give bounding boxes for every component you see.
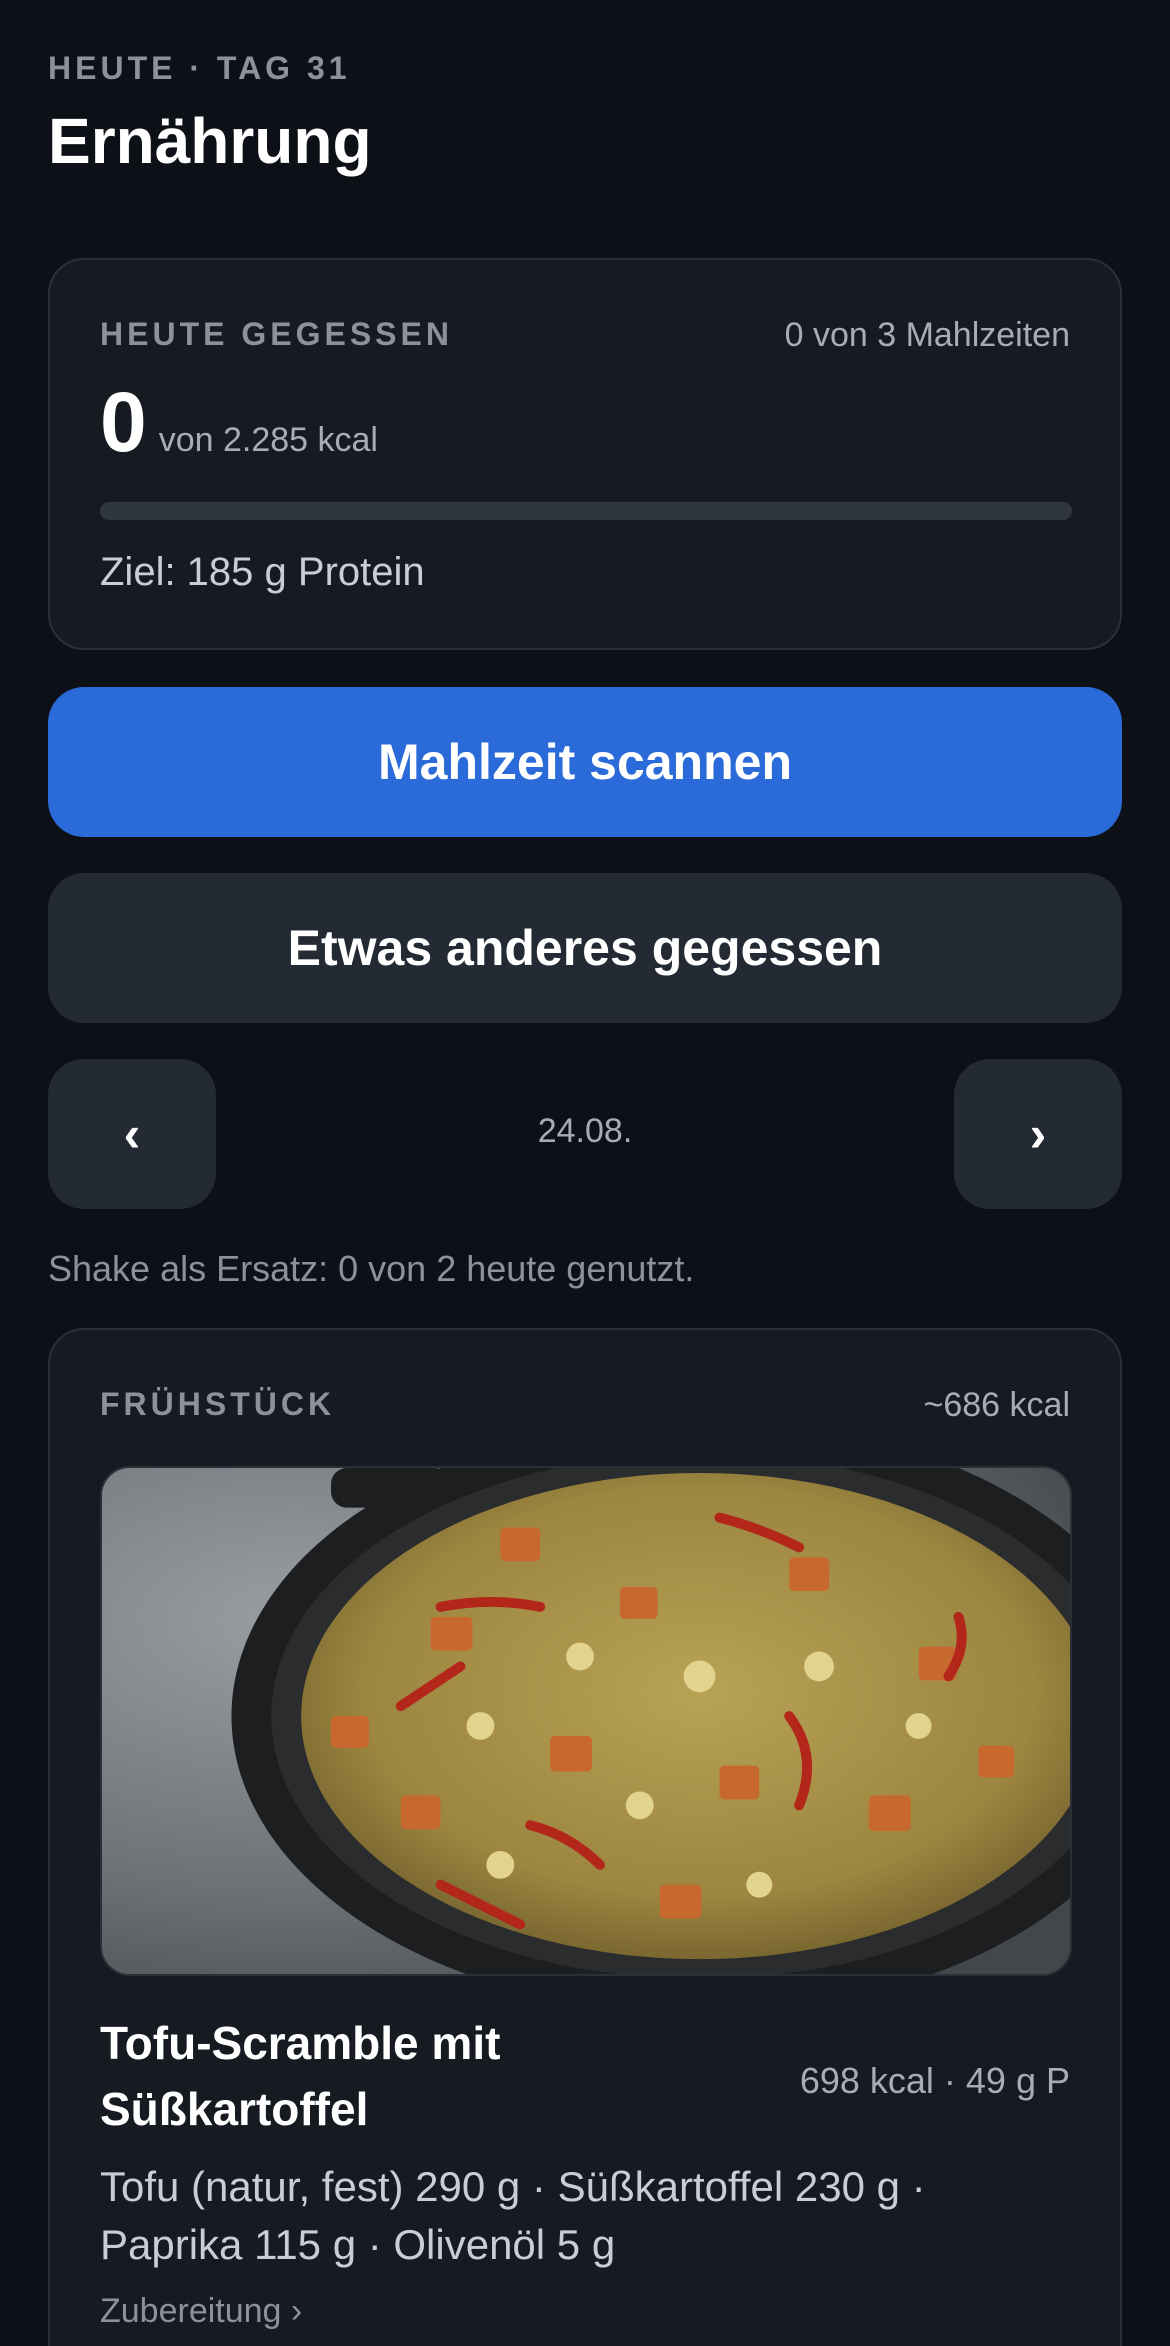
summary-label: HEUTE GEGESSEN	[100, 316, 453, 352]
next-day-button[interactable]: ›	[954, 1059, 1122, 1209]
meals-count: 0 von 3 Mahlzeiten	[784, 316, 1070, 354]
kcal-eaten-value: 0	[100, 375, 147, 469]
nutrition-page: HEUTE · TAG 31 Ernährung HEUTE GEGESSEN …	[0, 0, 1170, 2346]
daily-summary-card: HEUTE GEGESSEN 0 von 3 Mahlzeiten 0 von …	[48, 258, 1122, 650]
meal-label: FRÜHSTÜCK	[100, 1386, 336, 1422]
tofu-scramble-pan-image	[102, 1468, 1070, 1974]
dish-macros: 698 kcal · 49 g P	[799, 2060, 1070, 2101]
meal-card-breakfast: FRÜHSTÜCK ~686 kcal Tofu-Scramble mit Sü…	[48, 1328, 1122, 2346]
meal-photo	[100, 1466, 1072, 1976]
chevron-left-icon: ‹	[123, 1106, 141, 1162]
meal-kcal-estimate: ~686 kcal	[923, 1386, 1071, 1424]
dish-name: Tofu-Scramble mit Süßkartoffel	[100, 2017, 501, 2135]
kcal-progress-bar	[100, 502, 1072, 520]
current-date: 24.08.	[537, 1112, 633, 1150]
ate-something-else-button[interactable]: Etwas anderes gegessen	[48, 873, 1122, 1023]
kcal-row: 0 von 2.285 kcal	[100, 380, 378, 464]
kcal-target: von 2.285 kcal	[158, 421, 378, 459]
preparation-link[interactable]: Zubereitung ›	[100, 2292, 302, 2331]
previous-day-button[interactable]: ‹	[48, 1059, 216, 1209]
day-eyebrow: HEUTE · TAG 31	[48, 50, 351, 86]
page-title: Ernährung	[48, 105, 372, 177]
chevron-right-icon: ›	[1029, 1106, 1047, 1162]
ingredients-list: Tofu (natur, fest) 290 g · Süßkartoffel …	[100, 2163, 926, 2268]
protein-goal: Ziel: 185 g Protein	[100, 550, 425, 594]
scan-meal-button[interactable]: Mahlzeit scannen	[48, 687, 1122, 837]
shake-replacement-note: Shake als Ersatz: 0 von 2 heute genutzt.	[48, 1248, 695, 1289]
